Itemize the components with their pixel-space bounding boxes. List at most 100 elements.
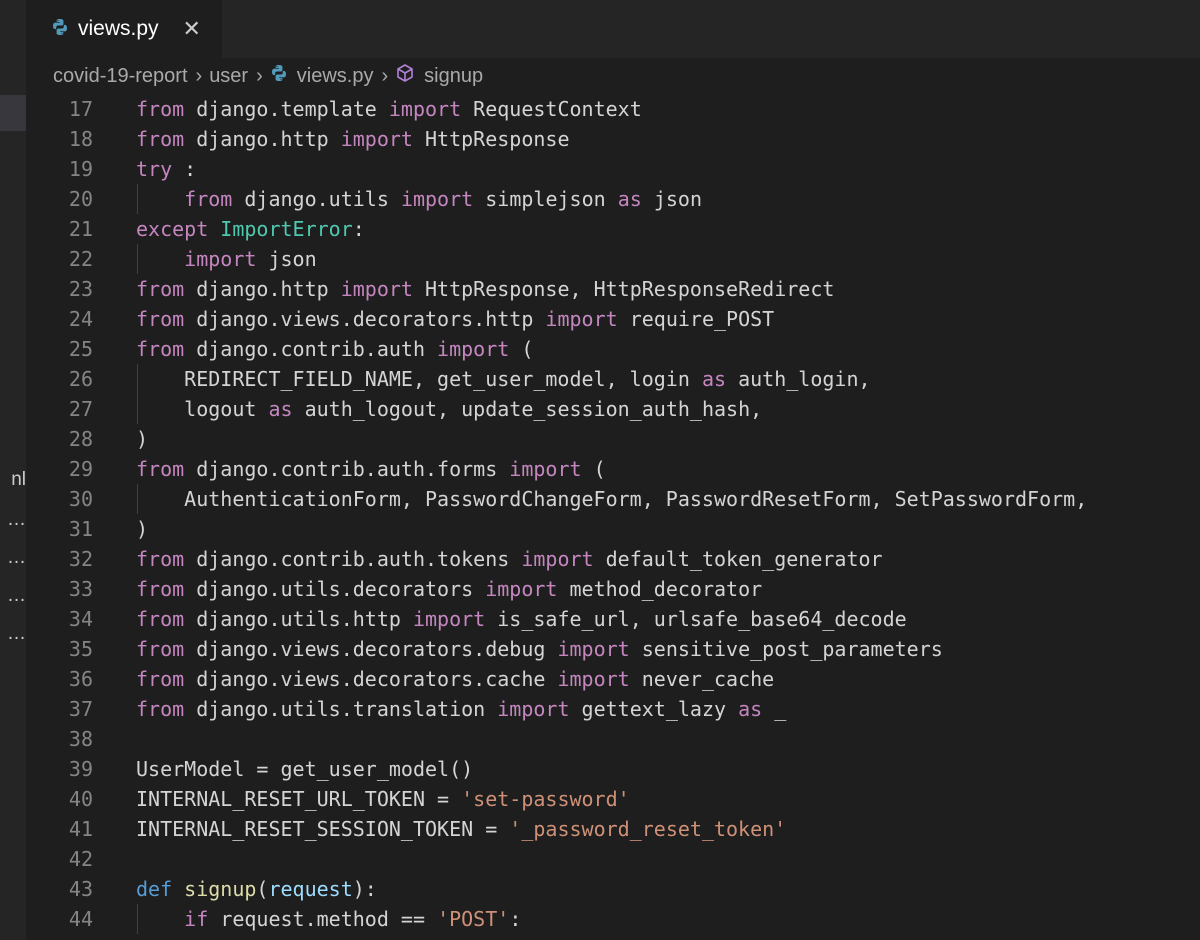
code-line[interactable]: 17 from django.template import RequestCon…	[26, 94, 1200, 124]
code-line[interactable]: 20 from django.utils import simplejson a…	[26, 184, 1200, 214]
code-token: (	[521, 337, 534, 361]
code-line[interactable]: 28)	[26, 424, 1200, 454]
code-line[interactable]: 34 from django.utils.http import is_safe_…	[26, 604, 1200, 634]
code-token: try	[136, 157, 173, 181]
code-token: from	[136, 697, 185, 721]
code-token: from	[136, 337, 185, 361]
code-token: django.utils	[244, 187, 401, 211]
code-line[interactable]: 19 try :	[26, 154, 1200, 184]
code-token: django.utils.http	[196, 607, 413, 631]
code-text: from django.contrib.auth.tokens import d…	[136, 544, 883, 574]
code-token: UserModel = get_user_model()	[136, 757, 474, 781]
breadcrumb-folder[interactable]: covid-19-report	[53, 65, 188, 88]
code-token: import	[340, 127, 413, 151]
line-number: 31	[68, 517, 93, 541]
code-token: '_password_reset_token'	[509, 817, 787, 841]
close-icon[interactable]: ✕	[183, 18, 201, 40]
code-text: from django.contrib.auth.forms import (	[136, 454, 606, 484]
line-number: 19	[68, 157, 93, 181]
tab-label: views.py	[78, 17, 159, 40]
code-token: as	[617, 187, 642, 211]
code-token: import	[388, 97, 462, 121]
line-number: 27	[68, 397, 93, 421]
code-line[interactable]: 39 UserModel = get_user_model()	[26, 754, 1200, 784]
code-token: auth_logout, update_session_auth_hash,	[304, 397, 763, 421]
code-token: gettext_lazy	[581, 697, 739, 721]
code-text: from django.utils.translation import get…	[136, 694, 786, 724]
code-token: import	[485, 577, 558, 601]
line-number: 33	[68, 577, 93, 601]
code-token: import	[340, 277, 413, 301]
code-token: django.http	[196, 277, 341, 301]
line-number: 24	[68, 307, 93, 331]
code-token: from	[136, 637, 185, 661]
line-number: 39	[68, 757, 93, 781]
code-token: (	[593, 457, 606, 481]
code-line[interactable]: 25 from django.contrib.auth import (	[26, 334, 1200, 364]
code-token: django.contrib.auth.tokens	[196, 547, 522, 571]
code-token: (	[256, 877, 269, 901]
tab-views-py[interactable]: views.py ✕	[26, 0, 222, 58]
code-token: django.template	[196, 97, 389, 121]
code-token: HttpResponse, HttpResponseRedirect	[425, 277, 835, 301]
code-line[interactable]: 26 REDIRECT_FIELD_NAME, get_user_model, …	[26, 364, 1200, 394]
breadcrumb-symbol[interactable]: signup	[424, 65, 483, 88]
sidebar-selected-item[interactable]	[0, 95, 26, 131]
code-text: from django.template import RequestConte…	[136, 94, 642, 124]
code-line[interactable]: 44 if request.method == 'POST':	[26, 904, 1200, 934]
code-token: is_safe_url, urlsafe_base64_decode	[497, 607, 907, 631]
code-line[interactable]: 43 def signup(request):	[26, 874, 1200, 904]
code-line[interactable]: 35 from django.views.decorators.debug imp…	[26, 634, 1200, 664]
code-line[interactable]: 30 AuthenticationForm, PasswordChangeFor…	[26, 484, 1200, 514]
python-file-icon	[51, 18, 69, 41]
breadcrumb-file[interactable]: views.py	[297, 65, 374, 88]
breadcrumb-subfolder[interactable]: user	[209, 65, 248, 88]
line-number: 23	[68, 277, 93, 301]
code-token: )	[136, 427, 149, 451]
line-number: 29	[68, 457, 93, 481]
sidebar-item-fragment[interactable]: …	[0, 510, 26, 530]
code-line[interactable]: 40 INTERNAL_RESET_URL_TOKEN = 'set-passwo…	[26, 784, 1200, 814]
line-number: 30	[68, 487, 93, 511]
code-line[interactable]: 38	[26, 724, 1200, 754]
code-token: from	[136, 577, 185, 601]
code-text: from django.contrib.auth import (	[136, 334, 533, 364]
code-line[interactable]: 18 from django.http import HttpResponse	[26, 124, 1200, 154]
chevron-right-icon: ›	[256, 64, 263, 87]
sidebar-item-fragment[interactable]: nl	[0, 470, 26, 490]
python-file-icon	[270, 64, 288, 88]
code-text: def signup(request):	[136, 874, 377, 904]
sidebar-item-fragment[interactable]: …	[0, 624, 26, 644]
line-number: 28	[68, 427, 93, 451]
code-token: REDIRECT_FIELD_NAME, get_user_model, log…	[136, 367, 702, 391]
code-line[interactable]: 32 from django.contrib.auth.tokens import…	[26, 544, 1200, 574]
sidebar-item-fragment[interactable]: …	[0, 548, 26, 568]
code-token: json	[268, 247, 317, 271]
code-token: INTERNAL_RESET_SESSION_TOKEN =	[136, 817, 510, 841]
code-line[interactable]: 42	[26, 844, 1200, 874]
code-token: import	[545, 307, 618, 331]
code-token: sensitive_post_parameters	[641, 637, 943, 661]
code-line[interactable]: 27 logout as auth_logout, update_session…	[26, 394, 1200, 424]
code-line[interactable]: 36 from django.views.decorators.cache imp…	[26, 664, 1200, 694]
code-token: RequestContext	[473, 97, 642, 121]
code-token: if	[184, 907, 209, 931]
code-line[interactable]: 24 from django.views.decorators.http impo…	[26, 304, 1200, 334]
code-line[interactable]: 21 except ImportError:	[26, 214, 1200, 244]
code-line[interactable]: 33 from django.utils.decorators import me…	[26, 574, 1200, 604]
breadcrumb: covid-19-report › user › views.py › sign…	[26, 58, 1200, 94]
code-line[interactable]: 23 from django.http import HttpResponse, …	[26, 274, 1200, 304]
code-token: from	[136, 457, 185, 481]
tab-bar: views.py ✕	[26, 0, 1200, 58]
code-line[interactable]: 22 import json	[26, 244, 1200, 274]
sidebar-item-fragment[interactable]: …	[0, 586, 26, 606]
code-line[interactable]: 31)	[26, 514, 1200, 544]
code-editor[interactable]: 17 from django.template import RequestCon…	[26, 94, 1200, 940]
code-line[interactable]: 41 INTERNAL_RESET_SESSION_TOKEN = '_passw…	[26, 814, 1200, 844]
code-text: from django.views.decorators.http import…	[136, 304, 774, 334]
code-line[interactable]: 37 from django.utils.translation import g…	[26, 694, 1200, 724]
code-text: UserModel = get_user_model()	[136, 754, 473, 784]
line-number: 37	[68, 697, 93, 721]
code-line[interactable]: 29 from django.contrib.auth.forms import …	[26, 454, 1200, 484]
